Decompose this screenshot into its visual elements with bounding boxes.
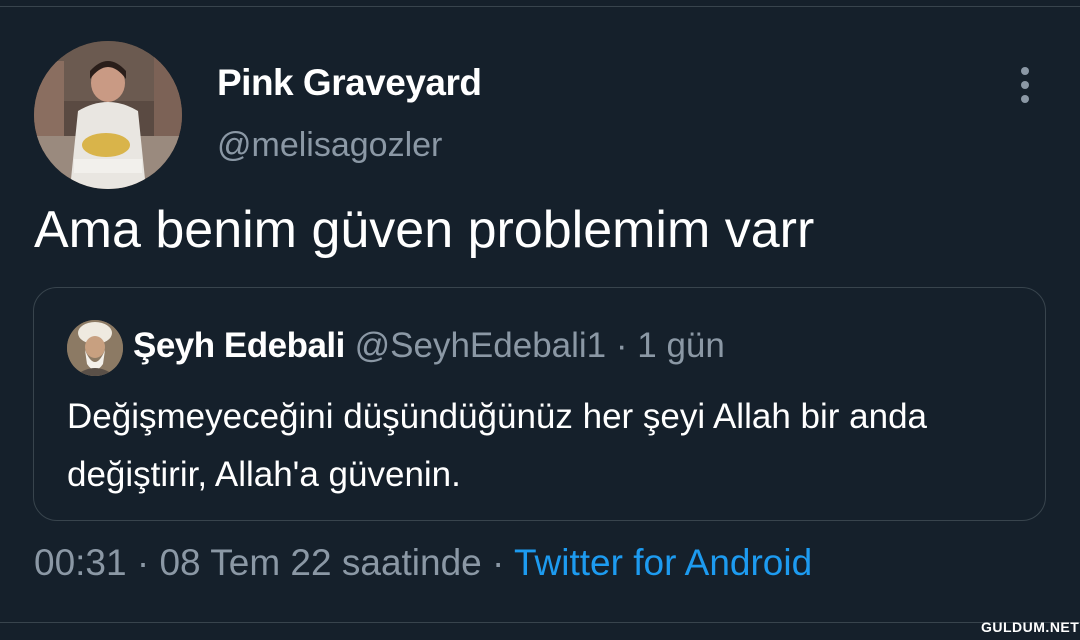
quoted-author-avatar[interactable] bbox=[67, 320, 123, 376]
quoted-author-avatar-photo bbox=[67, 320, 123, 376]
more-options-button[interactable] bbox=[1008, 64, 1042, 106]
quoted-header: Şeyh Edebali @SeyhEdebali1 · 1 gün bbox=[133, 326, 725, 366]
author-handle[interactable]: @melisagozler bbox=[217, 126, 442, 165]
quoted-display-name[interactable]: Şeyh Edebali bbox=[133, 326, 345, 365]
author-avatar-photo bbox=[34, 41, 182, 189]
author-display-name[interactable]: Pink Graveyard bbox=[217, 62, 482, 104]
meta-separator-1: · bbox=[136, 542, 150, 583]
bottom-divider bbox=[0, 622, 1080, 623]
quoted-tweet-text: Değişmeyeceğini düşündüğünüz her şeyi Al… bbox=[67, 397, 927, 494]
quoted-time-ago[interactable]: 1 gün bbox=[637, 326, 725, 365]
quoted-tweet-card[interactable]: Şeyh Edebali @SeyhEdebali1 · 1 gün Değiş… bbox=[33, 287, 1046, 521]
meta-separator-2: · bbox=[492, 542, 505, 583]
more-vertical-icon bbox=[1021, 67, 1029, 103]
quoted-separator: · bbox=[615, 326, 628, 365]
tweet-text: Ama benim güven problemim varr bbox=[34, 201, 815, 259]
tweet-timestamp[interactable]: 00:31 bbox=[34, 542, 127, 583]
tweet-metadata: 00:31 · 08 Tem 22 saatinde · Twitter for… bbox=[34, 542, 812, 584]
tweet-date[interactable]: 08 Tem 22 saatinde bbox=[159, 542, 481, 583]
quoted-handle: @SeyhEdebali1 bbox=[354, 326, 607, 365]
watermark: GULDUM.NET bbox=[981, 619, 1080, 635]
author-avatar[interactable] bbox=[34, 41, 182, 189]
tweet-source-link[interactable]: Twitter for Android bbox=[514, 542, 812, 583]
top-divider bbox=[0, 6, 1080, 7]
